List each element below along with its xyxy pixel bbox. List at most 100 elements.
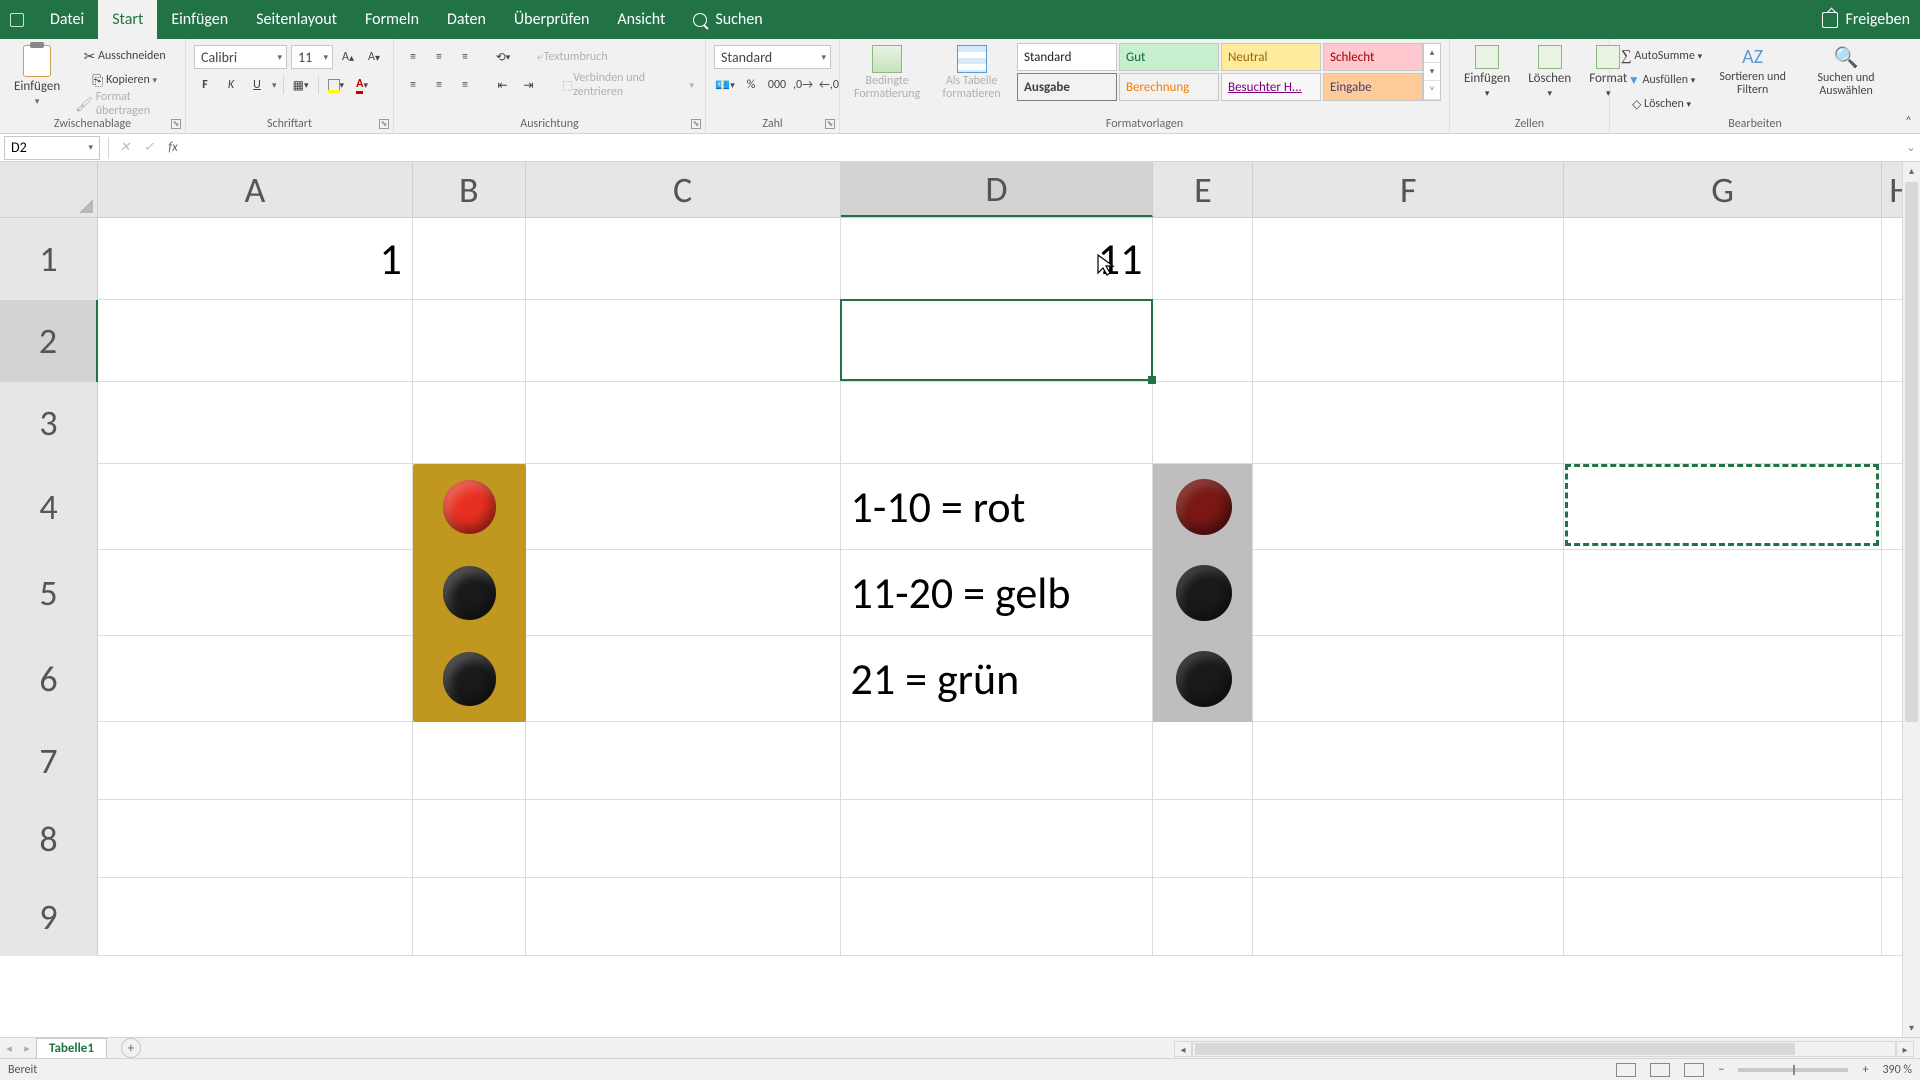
- horizontal-scrollbar[interactable]: ◂ ▸: [1174, 1040, 1914, 1058]
- increase-font-button[interactable]: A▴: [337, 46, 359, 68]
- vscroll-down[interactable]: ▾: [1903, 1019, 1920, 1037]
- insert-cells-button[interactable]: Einfügen▾: [1458, 43, 1516, 101]
- cell-A5[interactable]: [98, 550, 413, 636]
- col-header-D[interactable]: D: [841, 162, 1154, 217]
- cell-G5[interactable]: [1564, 550, 1882, 636]
- align-middle[interactable]: ≡: [428, 46, 450, 68]
- row-header-4[interactable]: 4: [0, 464, 98, 550]
- copy-button[interactable]: ⎘ Kopieren ▾: [72, 69, 177, 91]
- cell-C4[interactable]: [526, 464, 841, 550]
- cell-C9[interactable]: [526, 878, 841, 956]
- enter-formula-button[interactable]: ✓: [137, 136, 161, 160]
- view-pagelayout[interactable]: [1650, 1063, 1670, 1077]
- number-dialog-launcher[interactable]: ⬊: [825, 119, 835, 129]
- hscroll-thumb[interactable]: [1195, 1043, 1795, 1055]
- delete-cells-button[interactable]: Löschen▾: [1522, 43, 1577, 101]
- percent-format[interactable]: %: [740, 74, 762, 96]
- cell-F7[interactable]: [1253, 722, 1564, 800]
- style-berechnung[interactable]: Berechnung: [1119, 73, 1219, 101]
- sort-filter-button[interactable]: AZ Sortieren und Filtern: [1711, 43, 1794, 115]
- increase-indent[interactable]: ⇥: [518, 74, 540, 96]
- sheet-tab-active[interactable]: Tabelle1: [36, 1038, 107, 1059]
- fill-button[interactable]: ▼ Ausfüllen ▾: [1618, 69, 1705, 91]
- name-box[interactable]: D2 ▾: [4, 136, 100, 160]
- style-gut[interactable]: Gut: [1119, 43, 1219, 71]
- fill-color-button[interactable]: ▾: [325, 74, 348, 96]
- vscroll-thumb[interactable]: [1905, 182, 1918, 722]
- cancel-formula-button[interactable]: ✕: [113, 136, 137, 160]
- cell-G1[interactable]: [1564, 218, 1882, 300]
- align-left[interactable]: ≡: [402, 74, 424, 96]
- cell-E3[interactable]: [1153, 382, 1253, 464]
- cell-F4[interactable]: [1253, 464, 1564, 550]
- view-normal[interactable]: [1616, 1063, 1636, 1077]
- find-select-button[interactable]: 🔍 Suchen und Auswählen: [1800, 43, 1892, 115]
- align-right[interactable]: ≡: [454, 74, 476, 96]
- border-button[interactable]: ▦▾: [290, 74, 312, 96]
- align-top[interactable]: ≡: [402, 46, 424, 68]
- cell-C5[interactable]: [526, 550, 841, 636]
- cell-E2[interactable]: [1153, 300, 1253, 382]
- wrap-text-button[interactable]: ⤶ Textumbruch: [534, 46, 611, 68]
- cell-F8[interactable]: [1253, 800, 1564, 878]
- cell-A9[interactable]: [98, 878, 413, 956]
- vscroll-up[interactable]: ▴: [1903, 162, 1920, 180]
- row-header-5[interactable]: 5: [0, 550, 98, 636]
- col-header-A[interactable]: A: [98, 162, 413, 217]
- tab-data[interactable]: Daten: [433, 0, 500, 39]
- cell-B9[interactable]: [413, 878, 526, 956]
- tab-file[interactable]: Datei: [36, 0, 98, 39]
- clipboard-dialog-launcher[interactable]: ⬊: [171, 119, 181, 129]
- font-dialog-launcher[interactable]: ⬊: [379, 119, 389, 129]
- cut-button[interactable]: ✂ Ausschneiden: [72, 45, 177, 67]
- zoom-out[interactable]: −: [1718, 1063, 1724, 1077]
- style-eingabe[interactable]: Eingabe: [1323, 73, 1423, 101]
- zoom-slider[interactable]: [1738, 1068, 1848, 1072]
- paste-button[interactable]: Einfügen ▾: [8, 43, 66, 115]
- row-header-6[interactable]: 6: [0, 636, 98, 722]
- cell-G3[interactable]: [1564, 382, 1882, 464]
- align-bottom[interactable]: ≡: [454, 46, 476, 68]
- vertical-scrollbar[interactable]: ▴ ▾: [1902, 162, 1920, 1037]
- cell-F5[interactable]: [1253, 550, 1564, 636]
- cell-F1[interactable]: [1253, 218, 1564, 300]
- cell-D6[interactable]: 21 = grün: [841, 636, 1154, 722]
- row-header-7[interactable]: 7: [0, 722, 98, 800]
- decrease-decimal[interactable]: ←,0: [818, 74, 840, 96]
- traffic-light-shape[interactable]: [413, 464, 526, 722]
- cell-G7[interactable]: [1564, 722, 1882, 800]
- row-header-8[interactable]: 8: [0, 800, 98, 878]
- formula-expand[interactable]: ⌄: [1902, 141, 1920, 154]
- autosum-button[interactable]: ∑ AutoSumme ▾: [1618, 45, 1705, 67]
- cell-B8[interactable]: [413, 800, 526, 878]
- comma-format[interactable]: 000: [766, 74, 788, 96]
- cell-D3[interactable]: [841, 382, 1154, 464]
- share-button[interactable]: Freigeben: [1846, 10, 1910, 29]
- hscroll-right[interactable]: ▸: [1896, 1041, 1914, 1057]
- style-ausgabe[interactable]: Ausgabe: [1017, 73, 1117, 101]
- select-all-corner[interactable]: [0, 162, 98, 217]
- tab-insert[interactable]: Einfügen: [157, 0, 242, 39]
- tab-formulas[interactable]: Formeln: [351, 0, 433, 39]
- increase-decimal[interactable]: ,0→: [792, 74, 814, 96]
- number-format-combo[interactable]: Standard▾: [714, 45, 831, 69]
- zoom-level[interactable]: 390 %: [1882, 1063, 1912, 1077]
- tab-pagelayout[interactable]: Seitenlayout: [242, 0, 351, 39]
- cell-C2[interactable]: [526, 300, 841, 382]
- cell-C3[interactable]: [526, 382, 841, 464]
- formula-input[interactable]: [185, 136, 1902, 160]
- cell-D9[interactable]: [841, 878, 1154, 956]
- cell-D1[interactable]: 11: [841, 218, 1154, 300]
- font-color-button[interactable]: A▾: [351, 74, 373, 96]
- col-header-B[interactable]: B: [413, 162, 526, 217]
- cell-C6[interactable]: [526, 636, 841, 722]
- gallery-scroll[interactable]: ▴▾ⱽ: [1423, 43, 1441, 101]
- cell-D2[interactable]: [841, 300, 1154, 382]
- cell-G4[interactable]: [1564, 464, 1882, 550]
- cell-A4[interactable]: [98, 464, 413, 550]
- merge-center-button[interactable]: ⬚ Verbinden und zentrieren ▾: [559, 74, 697, 96]
- italic-button[interactable]: K: [220, 74, 242, 96]
- cell-G2[interactable]: [1564, 300, 1882, 382]
- style-standard[interactable]: Standard: [1017, 43, 1117, 71]
- decrease-indent[interactable]: ⇤: [492, 74, 514, 96]
